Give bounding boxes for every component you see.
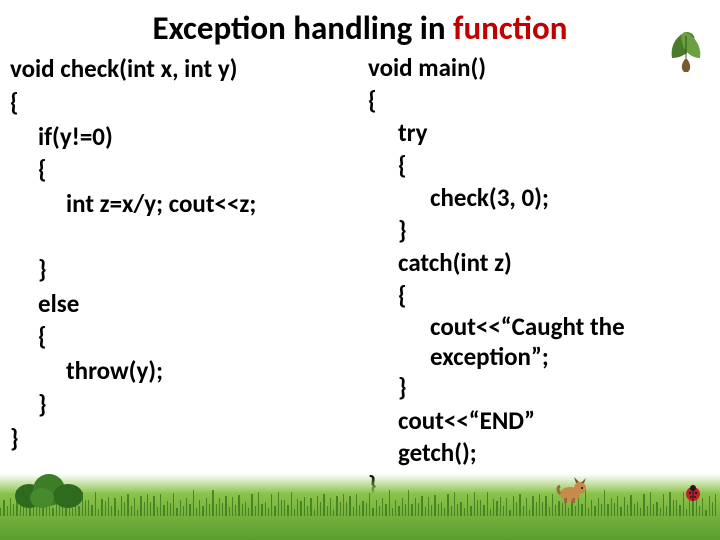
code-line: catch(int z) xyxy=(368,247,714,280)
code-line: } xyxy=(10,422,362,456)
leaf-icon xyxy=(662,28,710,76)
code-line: throw(y); xyxy=(10,354,362,388)
content-columns: void check(int x, int y) { if(y!=0) { in… xyxy=(0,52,720,502)
code-line: { xyxy=(10,153,362,187)
slide: Exception handling in function void chec… xyxy=(0,0,720,540)
code-line: } xyxy=(10,388,362,422)
code-line: cout<<“END” xyxy=(368,405,714,438)
slide-title: Exception handling in function xyxy=(0,0,720,52)
code-line: { xyxy=(10,86,362,120)
code-line: void check(int x, int y) xyxy=(10,52,362,86)
code-line: } xyxy=(368,215,714,248)
code-line: { xyxy=(368,85,714,118)
code-line: { xyxy=(368,280,714,313)
code-right: void main() { try { check(3, 0); } catch… xyxy=(362,52,714,502)
code-line: if(y!=0) xyxy=(10,120,362,154)
title-text: Exception handling in xyxy=(153,8,453,48)
ladybug-icon xyxy=(684,484,702,502)
dog-icon xyxy=(556,474,590,504)
blank-line xyxy=(10,221,362,253)
code-line: } xyxy=(368,372,714,405)
title-accent: function xyxy=(453,8,567,48)
code-line: cout<<“Caught the exception”; xyxy=(368,312,714,372)
grass-blades xyxy=(0,466,720,516)
code-line: try xyxy=(368,117,714,150)
code-line: int z=x/y; cout<<z; xyxy=(10,187,362,221)
code-line: { xyxy=(368,150,714,183)
code-line: { xyxy=(10,320,362,354)
bush-icon xyxy=(14,468,84,508)
code-line: } xyxy=(10,253,362,287)
code-line: getch(); xyxy=(368,437,714,470)
code-line: else xyxy=(10,287,362,321)
code-left: void check(int x, int y) { if(y!=0) { in… xyxy=(10,52,362,502)
code-line: check(3, 0); xyxy=(368,182,714,215)
